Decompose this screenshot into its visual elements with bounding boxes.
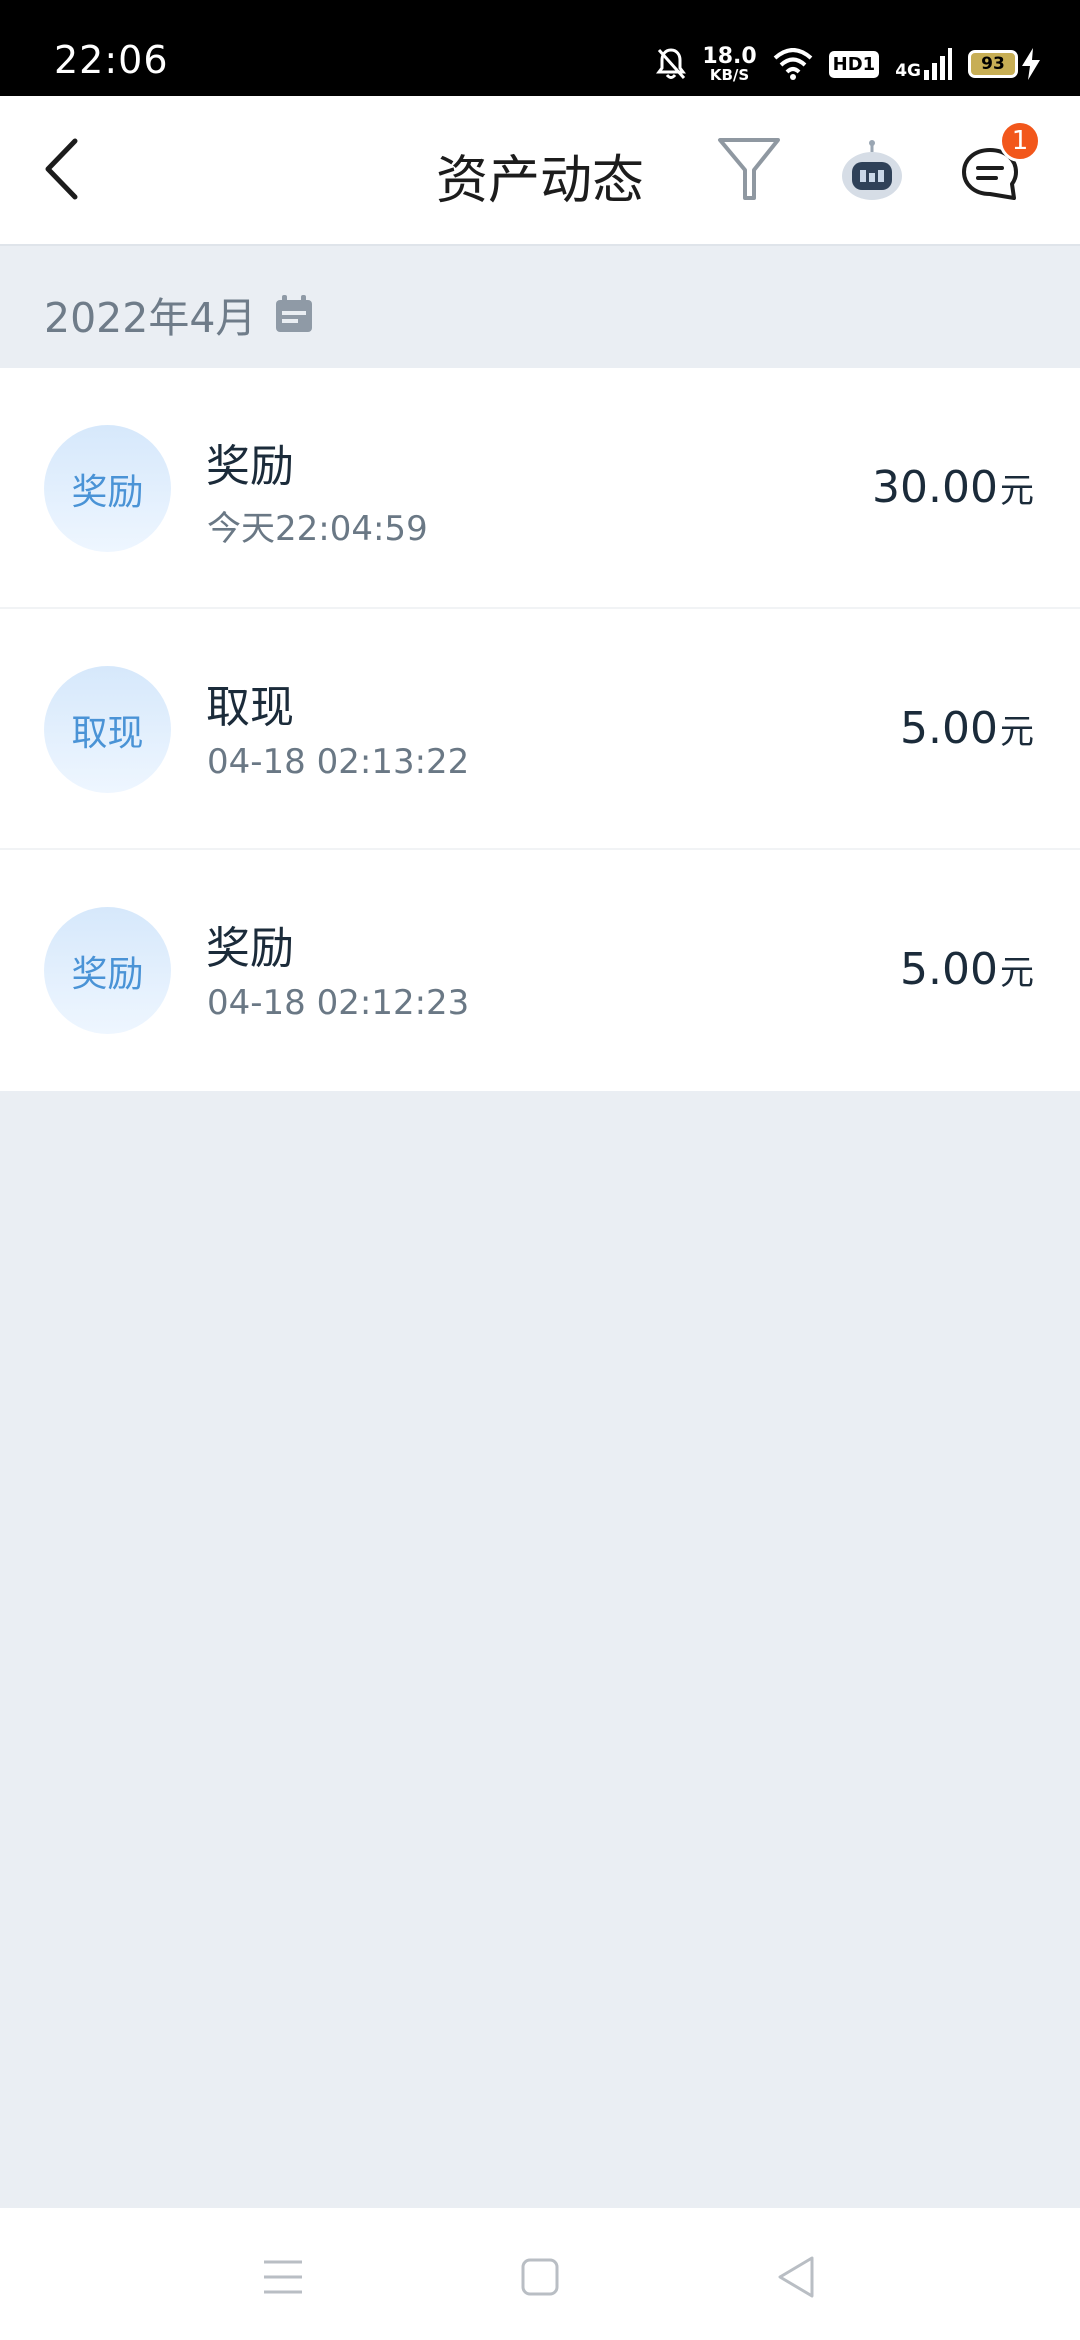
amount-unit: 元 [1000, 953, 1034, 993]
net-speed: 18.0 KB/S [702, 43, 757, 84]
battery: 93 [968, 48, 1040, 80]
home-icon[interactable] [515, 2252, 565, 2302]
robot-assistant-icon[interactable] [840, 140, 904, 202]
signal-group: 4G [895, 48, 952, 80]
transaction-row[interactable]: 奖励 奖励 今天22:04:59 30.00 元 [0, 368, 1080, 609]
month-bar[interactable]: 2022年4月 [0, 248, 1080, 368]
amount-value: 30.00 [872, 462, 998, 513]
signal-icon [924, 48, 952, 80]
amount-unit: 元 [1000, 712, 1034, 752]
header: 资产动态 1 [0, 96, 1080, 246]
transaction-amount: 30.00 元 [872, 462, 1034, 513]
transaction-type-avatar: 奖励 [44, 425, 171, 552]
system-nav-bar [0, 2208, 1080, 2340]
page-title: 资产动态 [435, 151, 644, 211]
amount-value: 5.00 [900, 944, 998, 995]
transaction-row[interactable]: 取现 取现 04-18 02:13:22 5.00 元 [0, 609, 1080, 850]
transaction-time: 今天22:04:59 [207, 509, 428, 549]
transaction-title: 奖励 [206, 441, 294, 492]
net-speed-unit: KB/S [709, 65, 750, 84]
transaction-list: 奖励 奖励 今天22:04:59 30.00 元 取现 取现 04-18 02:… [0, 368, 1080, 1091]
network-label: 4G [895, 61, 921, 81]
hd-badge: HD1 [828, 50, 880, 78]
transaction-amount: 5.00 元 [900, 703, 1034, 754]
wifi-icon [773, 48, 812, 80]
filter-icon[interactable] [716, 136, 782, 202]
bell-off-icon [656, 48, 687, 79]
message-badge: 1 [999, 120, 1041, 162]
status-icons: 18.0 KB/S HD1 4G 93 [656, 44, 1040, 84]
transaction-time: 04-18 02:13:22 [207, 742, 470, 782]
transaction-row[interactable]: 奖励 奖励 04-18 02:12:23 5.00 元 [0, 850, 1080, 1091]
amount-unit: 元 [1000, 471, 1034, 511]
battery-level: 93 [968, 50, 1018, 78]
month-label: 2022年4月 [44, 294, 257, 342]
month-selector[interactable]: 2022年4月 [44, 284, 314, 344]
calendar-icon[interactable] [274, 294, 314, 334]
transaction-amount: 5.00 元 [900, 944, 1034, 995]
amount-value: 5.00 [900, 703, 998, 754]
menu-icon[interactable] [258, 2252, 308, 2302]
transaction-type-avatar: 取现 [44, 666, 171, 793]
status-bar: 22:06 18.0 KB/S HD1 4G 93 [0, 0, 1080, 96]
transaction-title: 奖励 [206, 923, 294, 974]
transaction-time: 04-18 02:12:23 [207, 983, 470, 1023]
status-time: 22:06 [54, 38, 169, 82]
net-speed-value: 18.0 [702, 43, 757, 69]
transaction-type-avatar: 奖励 [44, 907, 171, 1034]
transaction-title: 取现 [206, 682, 294, 733]
charging-icon [1022, 48, 1040, 80]
back-icon[interactable] [772, 2252, 822, 2302]
